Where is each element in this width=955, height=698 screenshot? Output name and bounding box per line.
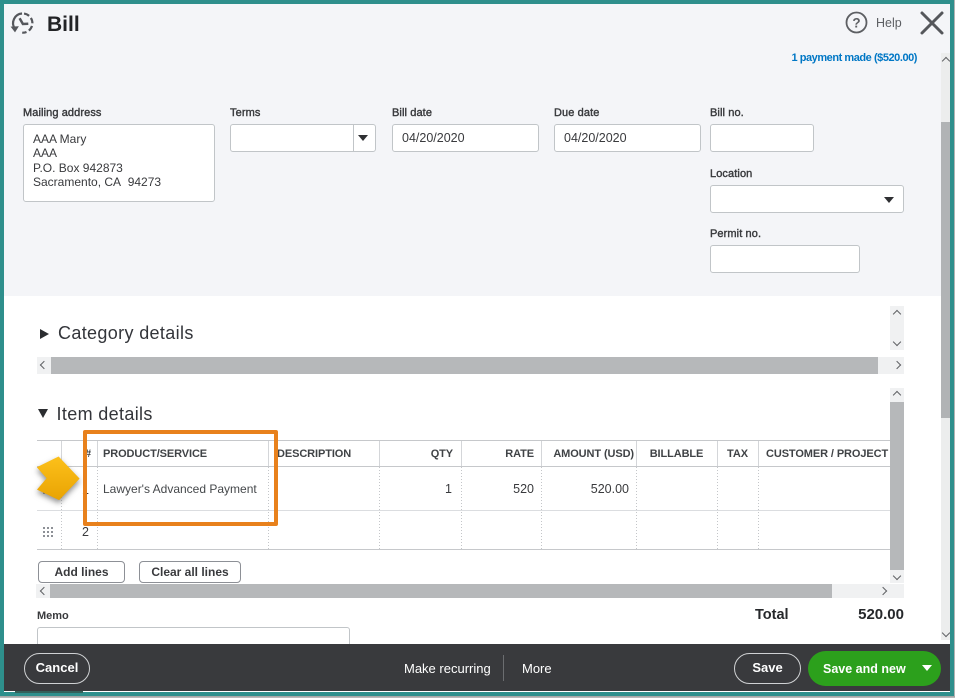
svg-text:?: ? <box>852 15 860 30</box>
